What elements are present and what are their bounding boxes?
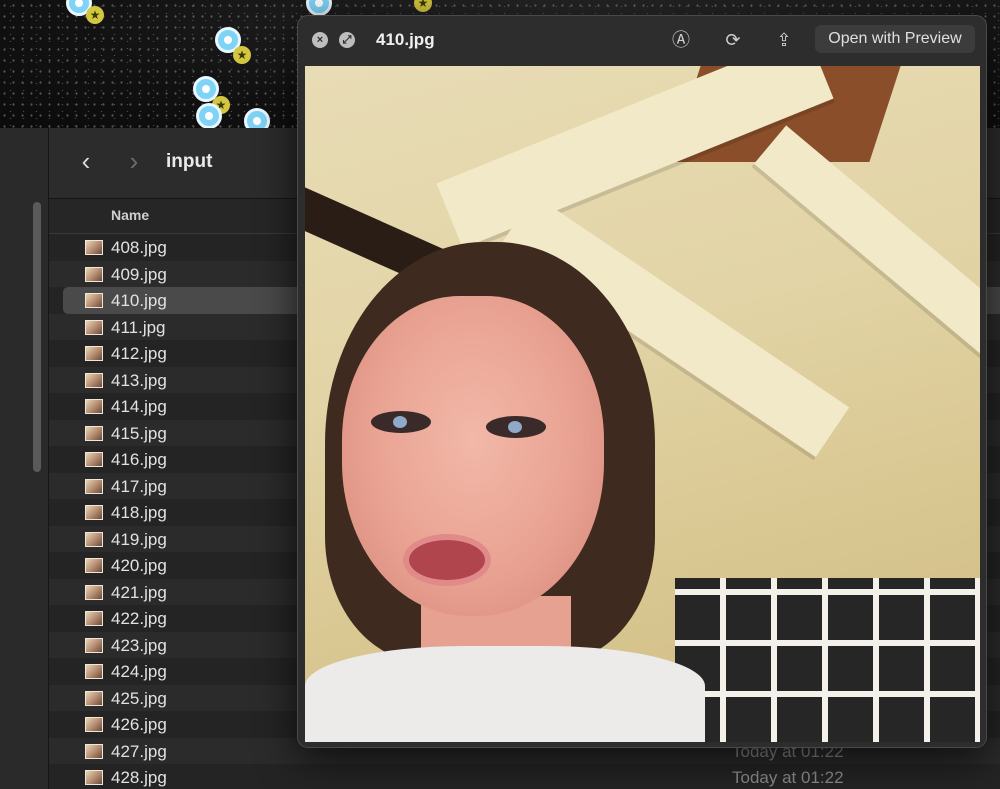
back-button[interactable]: ‹: [73, 148, 99, 176]
file-name: 420.jpg: [111, 556, 167, 575]
file-name: 411.jpg: [111, 317, 166, 337]
file-name: 428.jpg: [111, 768, 167, 787]
rotate-icon[interactable]: ⟳: [721, 28, 745, 52]
location-pin-icon[interactable]: [244, 108, 270, 128]
star-icon: ★: [86, 6, 104, 24]
image-file-icon: [85, 452, 103, 467]
quick-look-titlebar: × ⤢ 410.jpg Ⓐ ⟳ ⇪ Open with Preview: [298, 16, 986, 66]
image-file-icon: [85, 505, 103, 520]
file-name: 427.jpg: [111, 741, 167, 761]
image-file-icon: [85, 743, 103, 759]
image-file-icon: [85, 584, 103, 600]
file-name: 414.jpg: [111, 397, 167, 416]
markup-icon[interactable]: Ⓐ: [669, 28, 693, 52]
image-file-icon: [85, 664, 103, 679]
file-name: 410.jpg: [111, 291, 167, 310]
image-file-icon: [85, 319, 103, 335]
tank-top: [305, 646, 705, 742]
file-row[interactable]: 428.jpg Today at 01:22: [49, 764, 1000, 789]
window: [675, 578, 980, 742]
image-file-icon: [85, 372, 103, 388]
file-name: 413.jpg: [111, 370, 167, 390]
file-name: 408.jpg: [111, 238, 167, 257]
file-name: 417.jpg: [111, 476, 167, 496]
image-file-icon: [85, 770, 103, 785]
file-name: 424.jpg: [111, 662, 167, 681]
image-file-icon: [85, 293, 103, 308]
sidebar-scrollbar[interactable]: [33, 202, 41, 472]
image-file-icon: [85, 611, 103, 626]
quick-look-title: 410.jpg: [376, 30, 435, 49]
image-file-icon: [85, 399, 103, 414]
image-file-icon: [85, 558, 103, 573]
left-eye: [371, 411, 431, 433]
image-preview: [305, 66, 980, 742]
right-eye: [486, 416, 546, 438]
file-name: 412.jpg: [111, 344, 167, 363]
image-file-icon: [85, 478, 103, 494]
image-file-icon: [85, 717, 103, 732]
column-header-name[interactable]: Name: [111, 207, 149, 223]
file-name: 426.jpg: [111, 715, 167, 734]
file-name: 409.jpg: [111, 264, 167, 284]
image-file-icon: [85, 346, 103, 361]
file-date: Today at 01:22: [732, 768, 844, 787]
image-file-icon: [85, 266, 103, 282]
image-file-icon: [85, 637, 103, 653]
close-icon[interactable]: ×: [312, 32, 328, 48]
image-file-icon: [85, 531, 103, 547]
image-file-icon: [85, 690, 103, 706]
file-name: 425.jpg: [111, 688, 167, 708]
file-name: 415.jpg: [111, 423, 167, 443]
forward-button[interactable]: ›: [121, 148, 147, 176]
file-name: 419.jpg: [111, 529, 167, 549]
file-name: 422.jpg: [111, 609, 167, 628]
open-with-preview-button[interactable]: Open with Preview: [815, 25, 975, 53]
file-name: 418.jpg: [111, 503, 167, 522]
fullscreen-icon[interactable]: ⤢: [339, 32, 355, 48]
sidebar: [0, 128, 49, 789]
folder-title: input: [166, 151, 213, 172]
file-name: 421.jpg: [111, 582, 167, 602]
share-icon[interactable]: ⇪: [772, 28, 796, 52]
image-file-icon: [85, 425, 103, 441]
file-name: 416.jpg: [111, 450, 167, 469]
location-pin-icon[interactable]: [196, 103, 222, 128]
mouth: [403, 534, 491, 586]
image-file-icon: [85, 240, 103, 255]
star-icon: ★: [233, 46, 251, 64]
file-name: 423.jpg: [111, 635, 167, 655]
quick-look-panel: × ⤢ 410.jpg Ⓐ ⟳ ⇪ Open with Preview: [297, 15, 987, 748]
